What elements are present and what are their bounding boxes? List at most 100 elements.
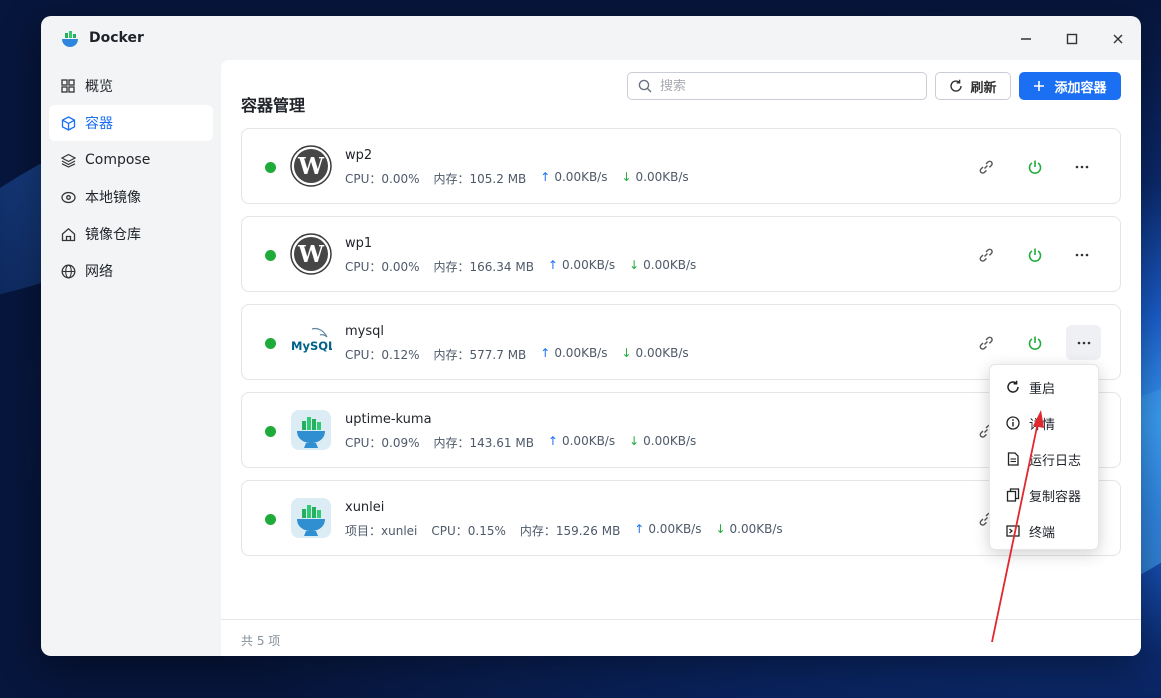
power-icon: [1028, 336, 1042, 350]
mysql-logo: MySQL: [291, 327, 332, 353]
close-button[interactable]: [1105, 26, 1131, 52]
wordpress-logo: W: [290, 145, 332, 187]
upload-rate: 0.00KB/s: [648, 522, 702, 536]
close-icon: [1113, 34, 1123, 44]
sidebar-item-compose[interactable]: Compose: [49, 142, 213, 178]
more-dots-icon: [1075, 253, 1089, 257]
menu-item-copy-container[interactable]: 复制容器: [990, 477, 1100, 513]
sidebar-item-overview[interactable]: 概览: [49, 68, 213, 104]
layers-icon: [60, 152, 76, 168]
cpu-usage: CPU：0.15%: [431, 524, 506, 538]
status-running-dot: [265, 426, 276, 437]
cpu-usage: CPU：0.09%: [345, 436, 420, 450]
sidebar-item-containers[interactable]: 容器: [49, 105, 213, 141]
sidebar-item-registry[interactable]: 镜像仓库: [49, 216, 213, 252]
download-arrow-icon: ↓: [629, 434, 640, 448]
container-card-wp1[interactable]: W wp1 CPU：0.00% 内存：166.34 MB ↑ 0.00KB/s ↓…: [241, 216, 1121, 292]
list-footer: 共 5 项: [221, 619, 1141, 656]
cpu-usage: CPU：0.12%: [345, 348, 420, 362]
copy-icon: [1006, 488, 1020, 502]
power-button[interactable]: [1019, 239, 1051, 271]
download-rate: 0.00KB/s: [635, 170, 689, 184]
minimize-button[interactable]: [1013, 26, 1039, 52]
search-box[interactable]: [627, 72, 927, 100]
terminal-icon: [1006, 524, 1020, 538]
cube-icon: [60, 115, 76, 131]
window-title: Docker: [89, 30, 144, 46]
home-icon: [60, 226, 76, 242]
menu-item-terminal[interactable]: 终端: [990, 513, 1100, 549]
download-rate: 0.00KB/s: [643, 258, 697, 272]
sidebar-item-network[interactable]: 网络: [49, 253, 213, 289]
menu-item-details[interactable]: 详情: [990, 405, 1100, 441]
download-arrow-icon: ↓: [621, 170, 632, 184]
cpu-usage: CPU：0.00%: [345, 260, 420, 274]
svg-text:W: W: [297, 241, 325, 268]
link-button[interactable]: [970, 239, 1002, 271]
status-running-dot: [265, 162, 276, 173]
grid-icon: [60, 78, 76, 94]
plus-icon: [1034, 81, 1045, 91]
download-rate: 0.00KB/s: [643, 434, 697, 448]
upload-arrow-icon: ↑: [547, 434, 558, 448]
title-bar: Docker: [41, 16, 1141, 60]
status-running-dot: [265, 338, 276, 349]
container-name: xunlei: [345, 500, 385, 515]
sidebar-item-label: 概览: [85, 79, 113, 95]
minimize-icon: [1021, 38, 1031, 40]
power-button[interactable]: [1019, 151, 1051, 183]
more-button[interactable]: [1066, 151, 1098, 183]
upload-arrow-icon: ↑: [634, 522, 645, 536]
upload-arrow-icon: ↑: [547, 258, 558, 272]
sidebar-item-label: 本地镜像: [85, 190, 141, 206]
search-input[interactable]: [660, 78, 900, 94]
menu-item-restart[interactable]: 重启: [990, 369, 1100, 405]
power-icon: [1028, 160, 1042, 174]
memory-usage: 内存：143.61 MB: [433, 436, 534, 450]
add-container-label: 添加容器: [1054, 80, 1107, 96]
refresh-button[interactable]: 刷新: [935, 72, 1011, 100]
container-context-menu: 重启 详情 运行日志 复制容器 终端: [989, 364, 1099, 550]
upload-arrow-icon: ↑: [540, 346, 551, 360]
add-container-button[interactable]: 添加容器: [1019, 72, 1121, 100]
more-button[interactable]: [1066, 325, 1101, 360]
container-name: mysql: [345, 324, 384, 339]
memory-usage: 内存：166.34 MB: [433, 260, 534, 274]
menu-item-logs[interactable]: 运行日志: [990, 441, 1100, 477]
svg-text:MySQL: MySQL: [291, 339, 332, 353]
container-stats: CPU：0.00% 内存：105.2 MB ↑ 0.00KB/s ↓ 0.00KB/…: [345, 170, 703, 187]
main-panel: 容器管理 刷新 添加容器 W wp2 CPU：0.00% 内存：105.2 MB: [221, 60, 1141, 656]
container-stats: CPU：0.12% 内存：577.7 MB ↑ 0.00KB/s ↓ 0.00KB/…: [345, 346, 703, 363]
link-icon: [979, 248, 993, 262]
menu-item-label: 复制容器: [1029, 489, 1082, 505]
container-stats: CPU：0.00% 内存：166.34 MB ↑ 0.00KB/s ↓ 0.00KB…: [345, 258, 710, 275]
power-icon: [1028, 248, 1042, 262]
sidebar-item-label: 容器: [85, 116, 113, 132]
upload-rate: 0.00KB/s: [561, 434, 616, 448]
link-button[interactable]: [970, 327, 1002, 359]
sidebar-item-local-images[interactable]: 本地镜像: [49, 179, 213, 215]
power-button[interactable]: [1019, 327, 1051, 359]
link-button[interactable]: [970, 151, 1002, 183]
restart-icon: [1006, 380, 1020, 394]
memory-usage: 内存：105.2 MB: [433, 172, 527, 186]
refresh-icon: [950, 79, 963, 92]
wordpress-logo: W: [290, 233, 332, 275]
container-name: wp1: [345, 236, 373, 251]
menu-item-label: 终端: [1029, 525, 1056, 541]
cpu-usage: CPU：0.00%: [345, 172, 420, 186]
maximize-button[interactable]: [1059, 26, 1085, 52]
page-title: 容器管理: [241, 96, 306, 115]
container-card-wp2[interactable]: W wp2 CPU：0.00% 内存：105.2 MB ↑ 0.00KB/s ↓ 0…: [241, 128, 1121, 204]
globe-icon: [60, 263, 76, 279]
container-name: uptime-kuma: [345, 412, 432, 427]
link-icon: [979, 336, 993, 350]
project-name: 项目：xunlei: [345, 524, 418, 538]
more-dots-icon: [1077, 341, 1090, 344]
download-rate: 0.00KB/s: [635, 346, 689, 360]
menu-item-label: 详情: [1029, 417, 1056, 433]
docker-window: Docker 概览 容器 Compose 本地镜像 镜像仓库 网络 容器管理 搜…: [41, 16, 1141, 656]
more-button[interactable]: [1066, 239, 1098, 271]
container-stats: 项目：xunlei CPU：0.15% 内存：159.26 MB ↑ 0.00KB…: [345, 522, 797, 539]
upload-rate: 0.00KB/s: [554, 170, 608, 184]
